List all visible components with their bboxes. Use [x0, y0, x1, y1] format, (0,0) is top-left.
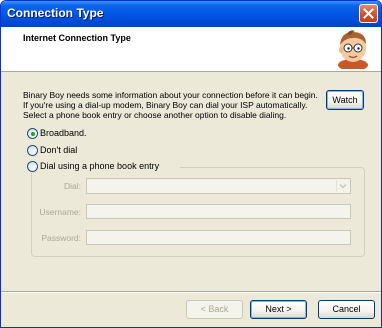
- radio-button[interactable]: [27, 145, 38, 156]
- page-title: Internet Connection Type: [23, 33, 131, 43]
- window-title: Connection Type: [7, 6, 104, 20]
- password-input[interactable]: [86, 230, 351, 245]
- close-icon: [363, 8, 374, 19]
- watch-button-label: Watch: [332, 95, 358, 105]
- radio-label: Don't dial: [40, 145, 78, 155]
- back-button[interactable]: < Back: [186, 300, 243, 319]
- cancel-button[interactable]: Cancel: [318, 300, 375, 319]
- close-button[interactable]: [359, 4, 378, 23]
- dial-label: Dial:: [63, 181, 81, 191]
- username-input[interactable]: [86, 204, 351, 219]
- chevron-down-icon: [339, 183, 347, 189]
- binary-boy-avatar-icon: [338, 30, 368, 69]
- back-button-label: < Back: [200, 304, 229, 314]
- dial-combobox[interactable]: [86, 178, 351, 194]
- radio-label: Dial using a phone book entry: [40, 161, 160, 171]
- footer-divider: [1, 291, 381, 293]
- dial-options-group: Dial: Username: Password:: [31, 167, 365, 257]
- description-text: Binary Boy needs some information about …: [23, 90, 319, 120]
- username-label: Username:: [39, 207, 81, 217]
- radio-label: Broadband.: [40, 128, 87, 138]
- dropdown-arrow[interactable]: [336, 180, 349, 192]
- wizard-header: Internet Connection Type: [1, 27, 381, 72]
- next-button[interactable]: Next >: [250, 300, 307, 319]
- watch-button[interactable]: Watch: [326, 90, 364, 110]
- description-line: Select a phone book entry or choose anot…: [23, 110, 287, 120]
- description-line: Binary Boy needs some information about …: [23, 90, 318, 100]
- radio-button[interactable]: [27, 128, 38, 139]
- title-bar[interactable]: Connection Type: [1, 1, 381, 27]
- password-label: Password:: [41, 233, 81, 243]
- cancel-button-label: Cancel: [332, 304, 361, 314]
- radio-phone-book[interactable]: Dial using a phone book entry: [27, 161, 180, 173]
- description-line: If you're using a dial-up modem, Binary …: [23, 100, 308, 110]
- radio-selected-dot: [30, 131, 35, 136]
- next-button-label: Next >: [265, 304, 292, 314]
- radio-button[interactable]: [27, 161, 38, 172]
- connection-type-dialog: Connection Type Internet Connection Type…: [0, 0, 382, 328]
